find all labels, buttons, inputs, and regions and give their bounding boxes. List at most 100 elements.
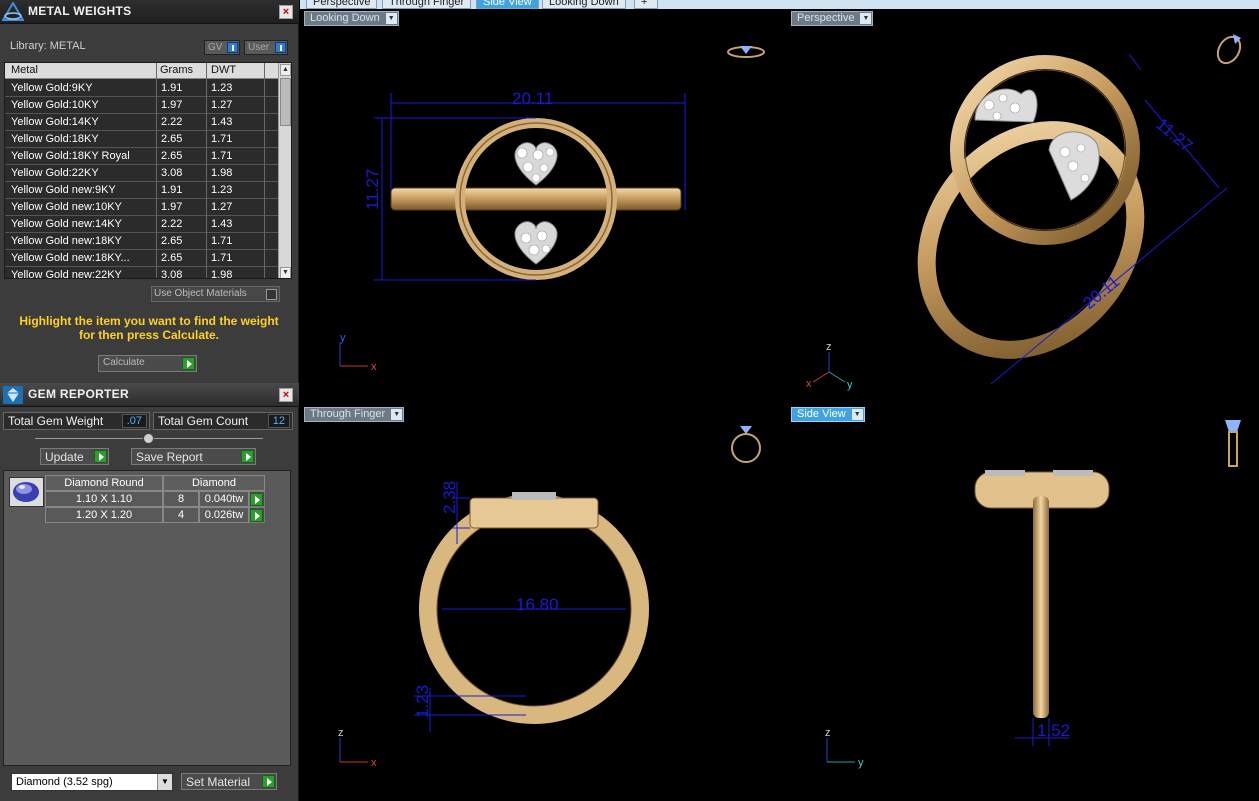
metal-name-cell: Yellow Gold:14KY — [11, 116, 99, 128]
tab-looking-down[interactable]: Looking Down — [542, 0, 626, 9]
metal-table-row[interactable]: Yellow Gold:10KY 1.97 1.27 — [5, 97, 279, 114]
metal-table-row[interactable]: Yellow Gold:9KY 1.91 1.23 — [5, 80, 279, 97]
gem-row-select-button[interactable] — [249, 507, 265, 523]
grams-cell: 1.97 — [161, 201, 183, 213]
viewport-perspective[interactable]: 20.11 11.27 z x y Perspective ▼ — [789, 10, 1259, 404]
grams-cell: 2.22 — [161, 218, 183, 230]
close-icon[interactable]: × — [279, 5, 293, 19]
use-object-materials-checkbox[interactable]: Use Object Materials — [151, 286, 280, 302]
viewport-looking-down[interactable]: 20.11 11.27 y x Looking Down ▼ — [302, 10, 787, 404]
metal-weights-title: METAL WEIGHTS — [28, 4, 132, 18]
calculate-button[interactable]: Calculate — [98, 355, 197, 372]
total-gem-weight-value: .07 — [121, 414, 147, 428]
viewport-side-view[interactable]: 1.52 z y Side View ▼ — [789, 406, 1259, 801]
library-label: Library: METAL — [10, 40, 86, 52]
dwt-cell: 1.71 — [211, 133, 233, 145]
metal-table-row[interactable]: Yellow Gold new:14KY 2.22 1.43 — [5, 216, 279, 233]
total-gem-weight: Total Gem Weight .07 — [3, 412, 150, 430]
chevron-down-icon[interactable]: ▼ — [391, 409, 403, 420]
gem-weight-cell: 0.040tw — [199, 491, 249, 507]
axis-label-z: z — [825, 727, 831, 739]
dimension-short: 11.27 — [1152, 115, 1196, 156]
grams-cell: 3.08 — [161, 269, 183, 279]
tab-perspective[interactable]: Perspective — [306, 0, 378, 9]
splitter-handle[interactable] — [143, 433, 154, 444]
save-report-button[interactable]: Save Report — [131, 448, 256, 465]
gem-row-select-button[interactable] — [249, 491, 265, 507]
metal-name-cell: Yellow Gold new:9KY — [11, 184, 116, 196]
metal-table-scrollbar[interactable]: ▲ ▼ — [278, 63, 291, 278]
metal-name-cell: Yellow Gold new:22KY — [11, 269, 122, 279]
update-button[interactable]: Update — [40, 448, 109, 465]
chevron-down-icon[interactable]: ▼ — [157, 774, 172, 790]
axis-label-x: x — [371, 361, 377, 373]
dwt-cell: 1.27 — [211, 201, 233, 213]
metal-name-cell: Yellow Gold:18KY Royal — [11, 150, 130, 162]
viewport-label-side-view[interactable]: Side View ▼ — [791, 407, 865, 422]
tab-side-view[interactable]: Side View — [476, 0, 539, 9]
chevron-down-icon[interactable]: ▼ — [851, 409, 863, 420]
grams-cell: 2.65 — [161, 252, 183, 264]
add-tab-icon[interactable]: + — [634, 0, 658, 9]
metal-name-cell: Yellow Gold new:14KY — [11, 218, 122, 230]
scroll-down-icon[interactable]: ▼ — [280, 267, 291, 278]
grams-cell: 1.91 — [161, 184, 183, 196]
viewport-label-looking-down[interactable]: Looking Down ▼ — [304, 11, 399, 26]
grams-cell: 2.22 — [161, 116, 183, 128]
metal-table-row[interactable]: Yellow Gold new:18KY 2.65 1.71 — [5, 233, 279, 250]
ring-preview-icon — [727, 46, 765, 58]
grams-cell: 2.65 — [161, 150, 183, 162]
metal-table-row[interactable]: Yellow Gold new:9KY 1.91 1.23 — [5, 182, 279, 199]
dwt-cell: 1.23 — [211, 184, 233, 196]
dimension-width: 20.11 — [512, 89, 553, 108]
metal-name-cell: Yellow Gold new:18KY... — [11, 252, 130, 264]
metal-hint-text: Highlight the item you want to find the … — [19, 314, 279, 342]
gem-reporter-icon — [3, 386, 23, 404]
user-toggle[interactable]: User — [244, 40, 288, 55]
dwt-cell: 1.27 — [211, 99, 233, 111]
set-material-button[interactable]: Set Material — [181, 773, 277, 790]
metal-table-row[interactable]: Yellow Gold:22KY 3.08 1.98 — [5, 165, 279, 182]
metal-table-row[interactable]: Yellow Gold:18KY 2.65 1.71 — [5, 131, 279, 148]
ring-perspective-render: 20.11 11.27 z x y — [806, 34, 1242, 391]
dimension-height: 11.27 — [363, 169, 382, 210]
dimension-band: 1.23 — [413, 685, 432, 718]
view-tabbar: Perspective Through Finger Side View Loo… — [300, 0, 1259, 9]
chevron-down-icon[interactable]: ▼ — [860, 13, 872, 24]
scroll-up-icon[interactable]: ▲ — [280, 64, 291, 76]
viewport-through-finger[interactable]: 16.80 2.38 1.23 z x Through Finger ▼ — [302, 406, 787, 801]
gem-weight-cell: 0.026tw — [199, 507, 249, 523]
metal-table[interactable]: Metal Grams DWT Yellow Gold:9KY 1.91 1.23 Y… — [4, 62, 292, 279]
metal-table-row[interactable]: Yellow Gold:18KY Royal 2.65 1.71 — [5, 148, 279, 165]
material-select[interactable]: Diamond (3.52 spg) ▼ — [11, 773, 173, 791]
metal-name-cell: Yellow Gold:10KY — [11, 99, 99, 111]
play-icon — [182, 357, 195, 370]
close-icon[interactable]: × — [279, 388, 293, 402]
metal-table-row[interactable]: Yellow Gold new:18KY... 2.65 1.71 — [5, 250, 279, 267]
gem-report-area: Diamond Round Diamond 1.10 X 1.10 8 0.040t… — [3, 470, 291, 766]
column-header-grams[interactable]: Grams — [160, 64, 193, 76]
diamond-round-icon — [9, 477, 44, 507]
toggle-switch-icon — [227, 42, 238, 53]
metal-name-cell: Yellow Gold new:10KY — [11, 201, 122, 213]
dwt-cell: 1.98 — [211, 167, 233, 179]
column-header-dwt[interactable]: DWT — [211, 64, 236, 76]
column-header-metal[interactable]: Metal — [11, 64, 38, 76]
grams-cell: 2.65 — [161, 133, 183, 145]
metal-table-row[interactable]: Yellow Gold new:10KY 1.97 1.27 — [5, 199, 279, 216]
gv-toggle[interactable]: GV — [204, 40, 240, 55]
viewport-label-perspective[interactable]: Perspective ▼ — [791, 11, 874, 26]
ring-preview-icon — [1216, 34, 1242, 65]
tab-through-finger[interactable]: Through Finger — [382, 0, 472, 9]
metal-name-cell: Yellow Gold:9KY — [11, 82, 93, 94]
viewport-label-through-finger[interactable]: Through Finger ▼ — [304, 407, 405, 422]
axis-label-z: z — [338, 727, 344, 739]
total-gem-count-value: 12 — [267, 414, 290, 428]
play-icon — [94, 450, 107, 463]
scroll-thumb[interactable] — [280, 78, 291, 126]
chevron-down-icon[interactable]: ▼ — [385, 13, 397, 24]
metal-name-cell: Yellow Gold:18KY — [11, 133, 99, 145]
metal-table-row[interactable]: Yellow Gold new:22KY 3.08 1.98 — [5, 267, 279, 279]
ring-top-render: 20.11 11.27 y x — [339, 46, 765, 373]
metal-table-row[interactable]: Yellow Gold:14KY 2.22 1.43 — [5, 114, 279, 131]
